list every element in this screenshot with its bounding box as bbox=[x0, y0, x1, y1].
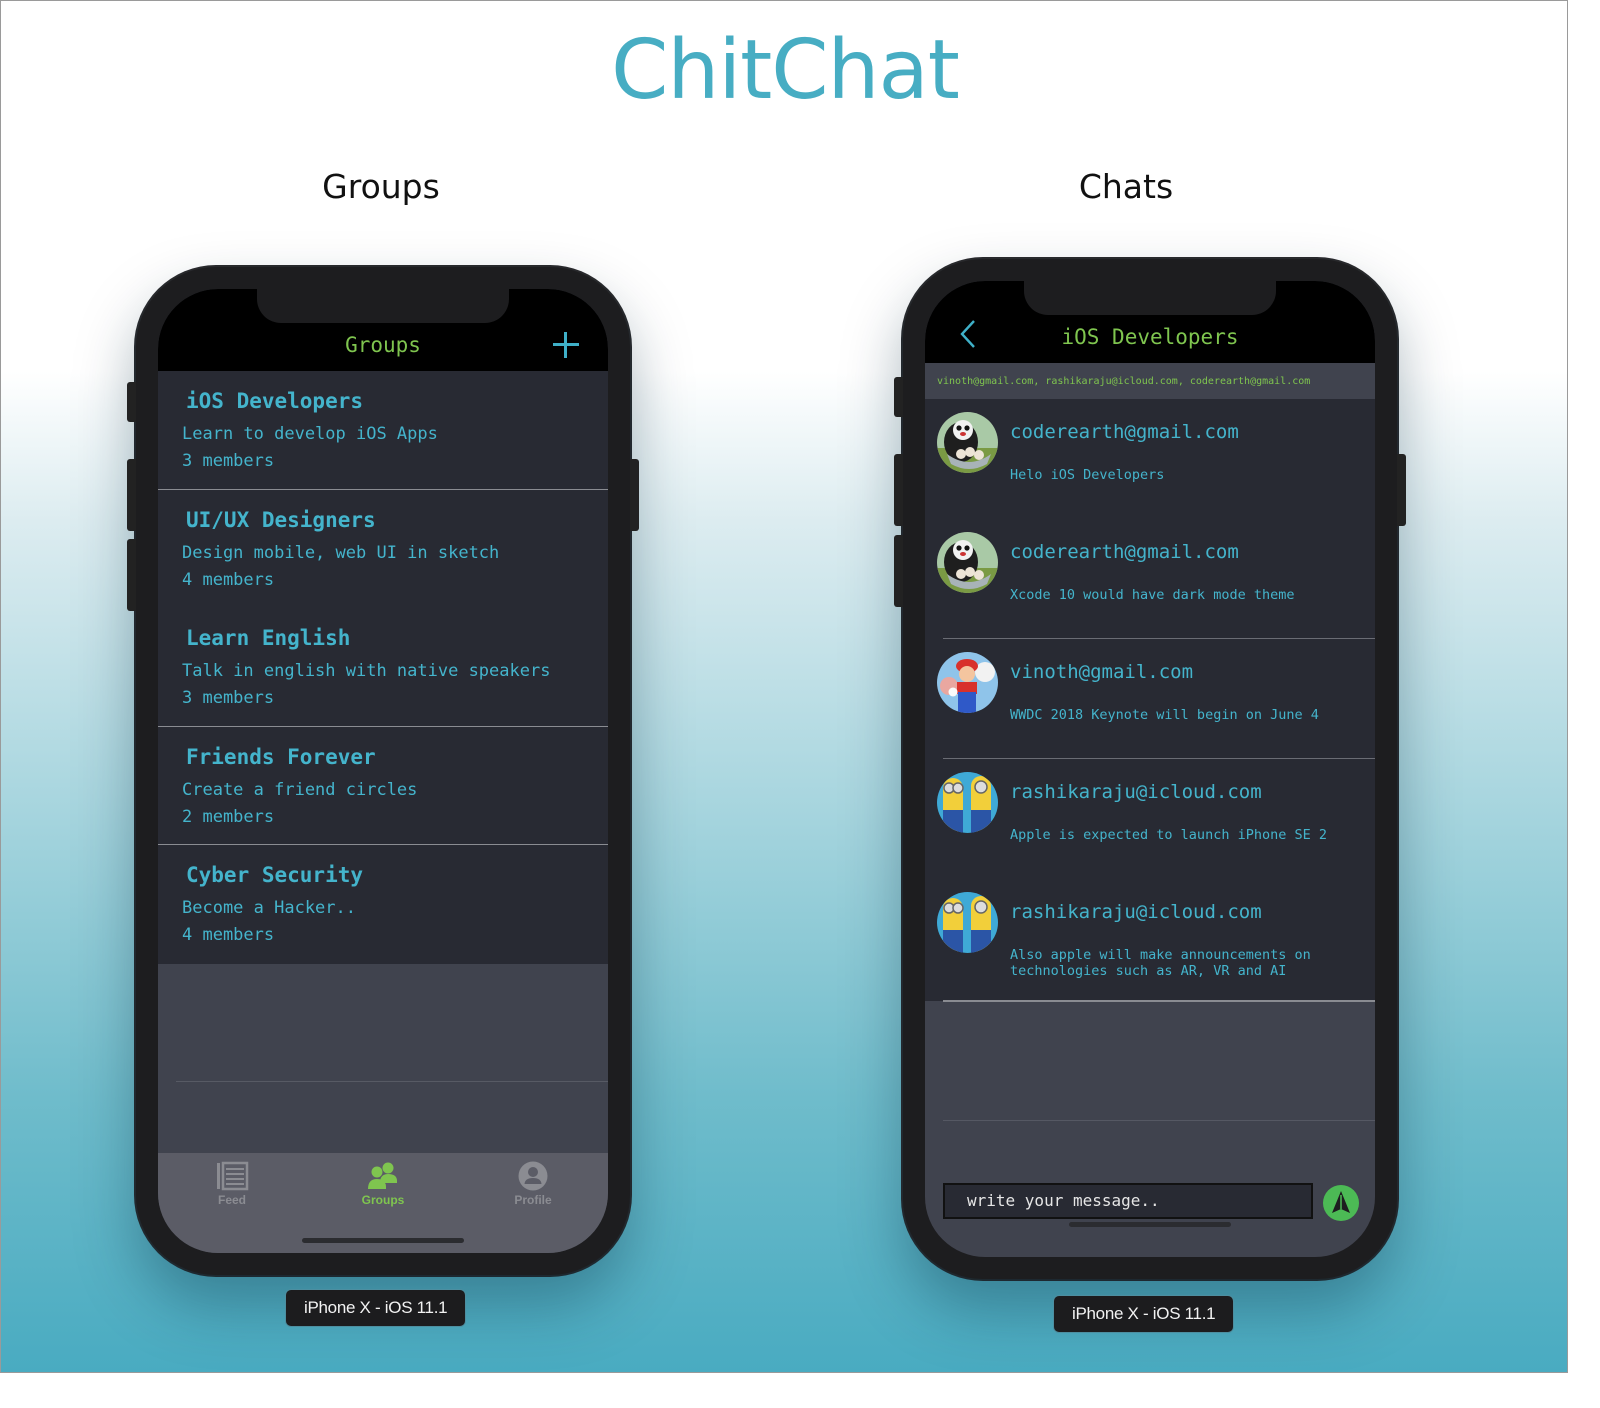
tab-groups[interactable]: Groups bbox=[323, 1161, 443, 1207]
notch bbox=[1024, 281, 1276, 315]
group-name: iOS Developers bbox=[186, 389, 364, 413]
phone-chats: iOS Developers vinoth@gmail.com, rashika… bbox=[894, 259, 1406, 1279]
group-row[interactable]: Learn English Talk in english with nativ… bbox=[158, 608, 608, 727]
message-row[interactable]: coderearth@gmail.com Helo iOS Developers bbox=[925, 399, 1375, 519]
volume-down-button bbox=[894, 535, 903, 607]
power-button bbox=[630, 459, 639, 531]
phone-groups: Groups iOS Developers Learn to develop i… bbox=[127, 267, 639, 1275]
message-text: Also apple will make announcements on te… bbox=[1010, 947, 1311, 979]
message-sender: coderearth@gmail.com bbox=[1010, 421, 1239, 443]
showcase-canvas: ChitChat Groups Chats Groups iOS Develop… bbox=[0, 0, 1568, 1373]
tab-label: Feed bbox=[217, 1193, 246, 1207]
message-sender: vinoth@gmail.com bbox=[1010, 661, 1194, 683]
groups-icon bbox=[368, 1162, 397, 1189]
tab-profile[interactable]: Profile bbox=[473, 1161, 593, 1207]
tab-label: Profile bbox=[514, 1193, 552, 1207]
nav-title: iOS Developers bbox=[1061, 325, 1239, 349]
message-list: coderearth@gmail.com Helo iOS Developers bbox=[925, 399, 1375, 1001]
group-description: Design mobile, web UI in sketch bbox=[182, 542, 500, 563]
group-description: Talk in english with native speakers bbox=[182, 661, 551, 681]
device-label: iPhone X - iOS 11.1 bbox=[1053, 1295, 1235, 1333]
home-indicator bbox=[302, 1238, 464, 1243]
message-text: Helo iOS Developers bbox=[1010, 467, 1165, 483]
mute-switch bbox=[894, 377, 903, 417]
send-button[interactable] bbox=[1323, 1185, 1359, 1221]
message-text: WWDC 2018 Keynote will begin on June 4 bbox=[1010, 707, 1319, 723]
panda-avatar bbox=[937, 412, 998, 473]
message-sender: rashikaraju@icloud.com bbox=[1010, 781, 1262, 803]
group-member-count: 3 members bbox=[182, 451, 275, 471]
tab-feed[interactable]: Feed bbox=[172, 1161, 292, 1207]
group-name: Cyber Security bbox=[186, 863, 364, 887]
group-member-count: 3 members bbox=[182, 688, 275, 708]
plus-icon[interactable] bbox=[552, 331, 580, 359]
group-members-line: vinoth@gmail.com, rashikaraju@icloud.com… bbox=[925, 363, 1375, 399]
message-row[interactable]: rashikaraju@icloud.com Apple is expected… bbox=[925, 759, 1375, 879]
notch bbox=[257, 289, 509, 323]
volume-up-button bbox=[127, 459, 136, 531]
group-member-count: 4 members bbox=[182, 569, 275, 590]
nav-title: Groups bbox=[345, 333, 421, 357]
section-title-groups: Groups bbox=[322, 167, 440, 206]
send-arrow-icon bbox=[1332, 1191, 1350, 1213]
message-input[interactable]: write your message.. bbox=[943, 1183, 1313, 1219]
message-row[interactable]: vinoth@gmail.com WWDC 2018 Keynote will … bbox=[925, 639, 1375, 759]
mario-avatar bbox=[937, 652, 998, 713]
panda-avatar bbox=[937, 532, 998, 593]
list-end-separator bbox=[943, 1000, 1375, 1002]
volume-down-button bbox=[127, 539, 136, 611]
home-indicator bbox=[1069, 1222, 1231, 1227]
profile-icon bbox=[518, 1161, 548, 1191]
group-member-count: 4 members bbox=[182, 925, 275, 945]
groups-screen: Groups iOS Developers Learn to develop i… bbox=[158, 289, 608, 1253]
empty-row-separator bbox=[176, 1081, 608, 1082]
minions-avatar bbox=[937, 772, 998, 833]
tab-bar: Feed Groups Profile bbox=[158, 1153, 608, 1253]
device-label: iPhone X - iOS 11.1 bbox=[285, 1289, 467, 1327]
message-row[interactable]: coderearth@gmail.com Xcode 10 would have… bbox=[925, 519, 1375, 639]
section-title-chats: Chats bbox=[1078, 167, 1174, 206]
group-description: Create a friend circles bbox=[182, 779, 418, 800]
group-row[interactable]: iOS Developers Learn to develop iOS Apps… bbox=[158, 371, 608, 490]
group-name: UI/UX Designers bbox=[186, 507, 376, 532]
message-text: Xcode 10 would have dark mode theme bbox=[1010, 587, 1295, 603]
group-description: Become a Hacker.. bbox=[182, 898, 356, 918]
power-button bbox=[1397, 454, 1406, 526]
empty-row-separator bbox=[943, 1120, 1375, 1121]
feed-icon bbox=[217, 1161, 249, 1191]
mute-switch bbox=[127, 382, 136, 422]
tab-label: Groups bbox=[361, 1193, 405, 1207]
volume-up-button bbox=[894, 454, 903, 526]
group-member-count: 2 members bbox=[182, 806, 275, 827]
group-row[interactable]: Cyber Security Become a Hacker.. 4 membe… bbox=[158, 845, 608, 964]
message-sender: coderearth@gmail.com bbox=[1010, 541, 1239, 563]
minions-avatar bbox=[937, 892, 998, 953]
app-title: ChitChat bbox=[611, 23, 960, 118]
message-sender: rashikaraju@icloud.com bbox=[1010, 901, 1262, 923]
chat-screen: iOS Developers vinoth@gmail.com, rashika… bbox=[925, 281, 1375, 1257]
group-name: Learn English bbox=[186, 626, 351, 650]
message-row[interactable]: rashikaraju@icloud.com Also apple will m… bbox=[925, 879, 1375, 999]
message-text: Apple is expected to launch iPhone SE 2 bbox=[1010, 827, 1327, 843]
group-description: Learn to develop iOS Apps bbox=[182, 424, 438, 444]
group-list: iOS Developers Learn to develop iOS Apps… bbox=[158, 371, 608, 964]
group-row[interactable]: Friends Forever Create a friend circles … bbox=[158, 726, 608, 845]
group-row[interactable]: UI/UX Designers Design mobile, web UI in… bbox=[158, 489, 608, 608]
group-name: Friends Forever bbox=[186, 744, 376, 769]
